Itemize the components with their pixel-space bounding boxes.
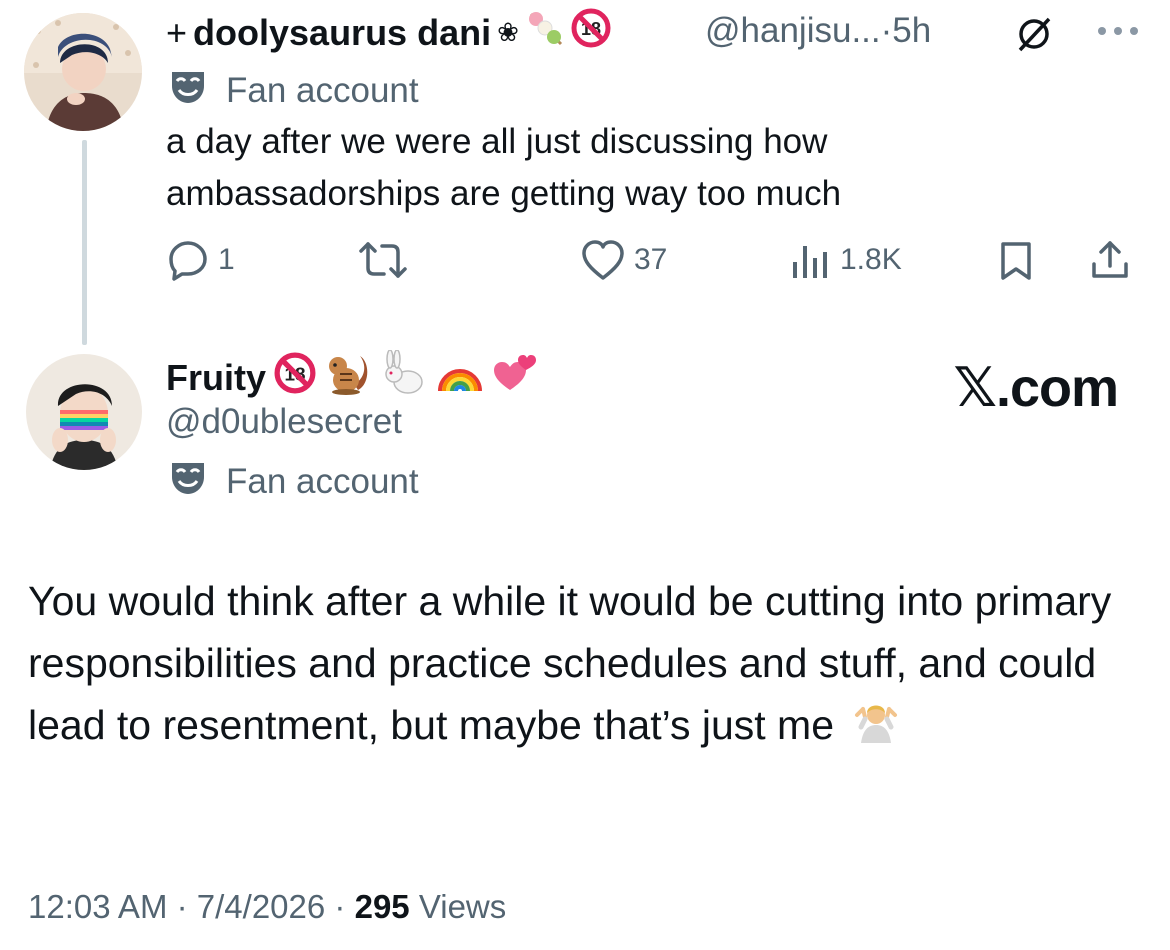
- like-count: 37: [634, 243, 668, 276]
- like-icon: [580, 238, 626, 282]
- grok-icon[interactable]: [1014, 14, 1054, 59]
- flower-glyph: ❀: [497, 17, 519, 47]
- post1-handle-time[interactable]: @hanjisu...·5h: [705, 11, 931, 51]
- bookmark-icon[interactable]: [996, 240, 1036, 287]
- shrug-emoji-icon: [853, 697, 899, 760]
- name-prefix-star: +: [166, 11, 188, 53]
- mask-icon: [168, 66, 208, 115]
- avatar-post2[interactable]: [26, 354, 142, 470]
- more-icon[interactable]: [1096, 24, 1140, 43]
- post2-timestamp-views[interactable]: 12:03 AM · 7/4/2026 · 295 Views: [28, 888, 506, 926]
- post2-date[interactable]: 7/4/2026: [197, 888, 325, 925]
- post1-time[interactable]: 5h: [892, 11, 931, 50]
- post2-time[interactable]: 12:03 AM: [28, 888, 167, 925]
- post2-fan-account-label: Fan account: [168, 457, 419, 506]
- like-button[interactable]: 37: [580, 238, 667, 282]
- reply-button[interactable]: 1: [166, 238, 235, 282]
- reply-count: 1: [218, 243, 235, 276]
- avatar-post1[interactable]: [24, 13, 142, 131]
- rainbow-emoji-icon: [436, 353, 484, 402]
- post2-display-name: Fruity: [166, 356, 267, 398]
- post1-author[interactable]: + doolysaurus dani ❀ 18: [166, 8, 611, 57]
- reply-icon: [166, 238, 210, 282]
- two-hearts-emoji-icon: [492, 352, 538, 403]
- no-under-18-icon: 18: [571, 8, 611, 57]
- dot-separator: ·: [176, 888, 188, 925]
- post2-views-label: Views: [418, 888, 507, 925]
- views-button[interactable]: 1.8K: [788, 238, 902, 282]
- thread-connector-line: [82, 140, 87, 345]
- dot-separator: ·: [880, 11, 893, 50]
- post2-handle[interactable]: @d0ublesecret: [166, 402, 402, 442]
- post2-text: You would think after a while it would b…: [28, 570, 1138, 760]
- post1-display-name: doolysaurus dani: [193, 11, 492, 53]
- dot-separator: ·: [334, 888, 346, 925]
- label-text: Fan account: [226, 461, 419, 501]
- rabbit-emoji-icon: [380, 349, 428, 405]
- post2-text-body: You would think after a while it would b…: [28, 578, 1112, 748]
- post1-text: a day after we were all just discussing …: [166, 122, 842, 213]
- share-icon[interactable]: [1088, 238, 1132, 287]
- post2-author[interactable]: Fruity 18: [166, 349, 538, 405]
- x-com-watermark: 𝕏.com: [953, 358, 1119, 418]
- views-count: 1.8K: [840, 243, 902, 276]
- post1-handle[interactable]: @hanjisu...: [705, 11, 881, 50]
- views-icon: [788, 238, 832, 282]
- post2-views-count: 295: [354, 888, 410, 925]
- chipmunk-emoji-icon: [324, 350, 372, 405]
- label-text: Fan account: [226, 70, 419, 110]
- mask-icon: [168, 457, 208, 506]
- no-under-18-icon: 18: [274, 352, 316, 403]
- repost-icon: [358, 238, 408, 282]
- dango-emoji-icon: [525, 8, 565, 57]
- post1-fan-account-label: Fan account: [168, 66, 419, 115]
- repost-button[interactable]: [358, 238, 416, 282]
